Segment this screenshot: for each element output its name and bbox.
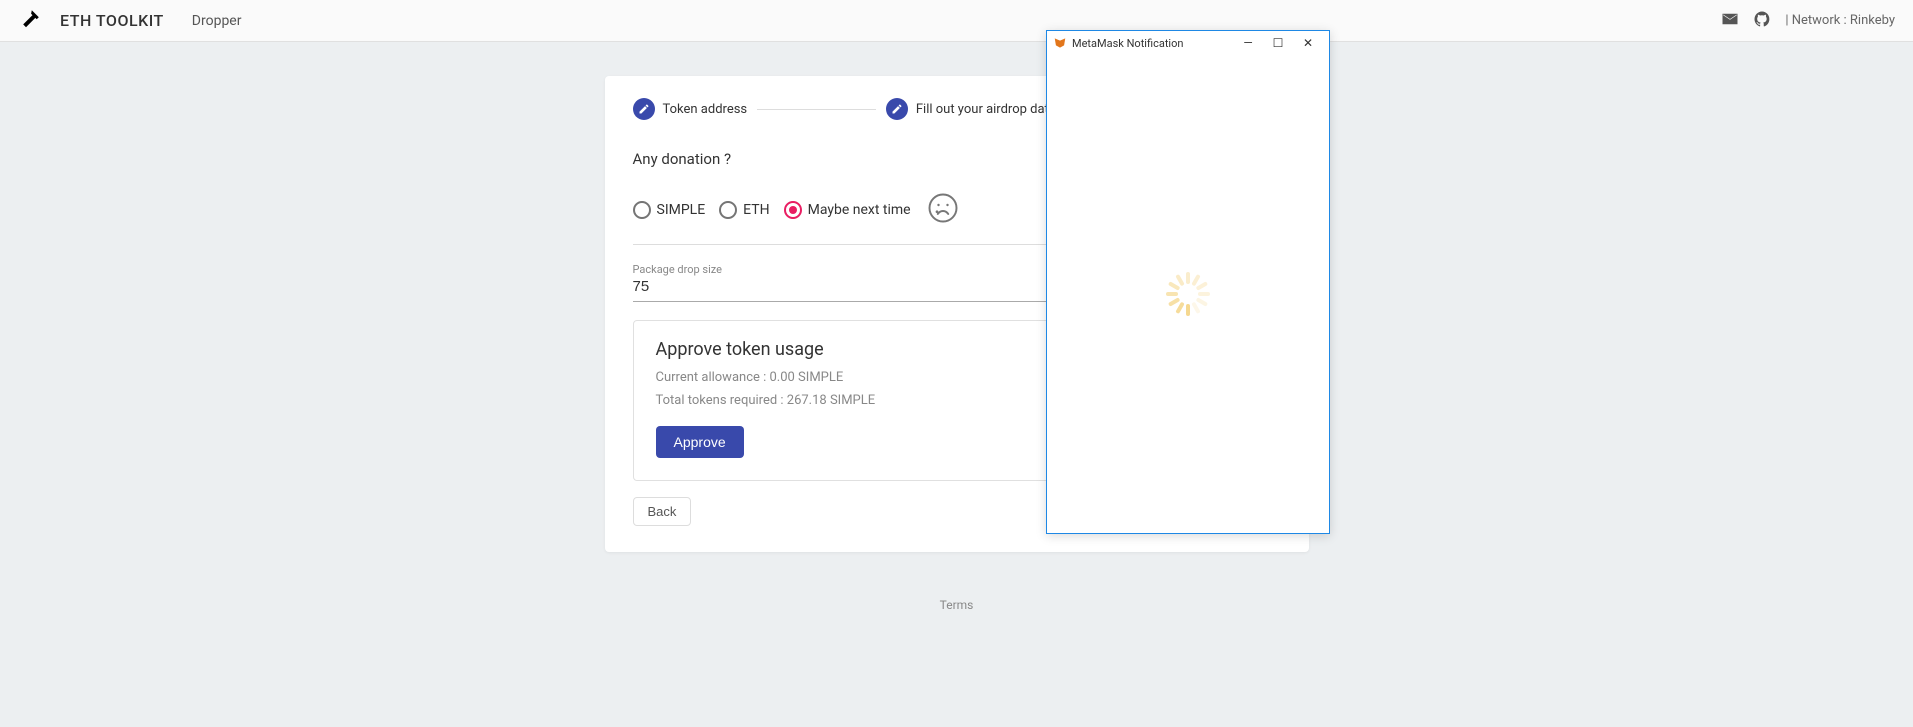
close-icon[interactable]: ✕: [1293, 36, 1323, 50]
approve-button[interactable]: Approve: [656, 426, 744, 458]
hammer-icon: [18, 7, 42, 35]
back-button[interactable]: Back: [633, 497, 692, 526]
radio-icon: [784, 201, 802, 219]
step-airdrop-data[interactable]: Fill out your airdrop data: [886, 98, 1056, 120]
radio-simple[interactable]: SIMPLE: [633, 201, 706, 219]
radio-eth[interactable]: ETH: [719, 201, 769, 219]
maximize-icon[interactable]: ☐: [1263, 36, 1293, 50]
step-label: Fill out your airdrop data: [916, 102, 1056, 117]
footer-terms-link[interactable]: Terms: [0, 598, 1913, 612]
popup-title: MetaMask Notification: [1072, 37, 1233, 50]
step-connector: [757, 109, 876, 110]
github-icon[interactable]: [1753, 10, 1771, 32]
popup-titlebar[interactable]: MetaMask Notification — ☐ ✕: [1047, 31, 1329, 55]
network-label: | Network : Rinkeby: [1785, 13, 1895, 28]
radio-label: Maybe next time: [808, 202, 911, 218]
radio-icon: [633, 201, 651, 219]
metamask-popup: MetaMask Notification — ☐ ✕: [1046, 30, 1330, 534]
popup-body: [1047, 55, 1329, 533]
app-header: ETH TOOLKIT Dropper | Network : Rinkeby: [0, 0, 1913, 42]
radio-label: SIMPLE: [657, 202, 706, 218]
loading-spinner-icon: [1166, 272, 1210, 316]
step-label: Token address: [663, 102, 748, 117]
pencil-icon: [886, 98, 908, 120]
app-title[interactable]: ETH TOOLKIT: [60, 11, 164, 30]
minimize-icon[interactable]: —: [1233, 36, 1263, 50]
metamask-fox-icon: [1053, 36, 1067, 50]
radio-maybe-next-time[interactable]: Maybe next time: [784, 201, 911, 219]
sad-face-icon: [925, 190, 961, 230]
step-token-address[interactable]: Token address: [633, 98, 748, 120]
pencil-icon: [633, 98, 655, 120]
mail-icon[interactable]: [1721, 10, 1739, 32]
radio-icon: [719, 201, 737, 219]
page-name[interactable]: Dropper: [192, 13, 242, 29]
radio-label: ETH: [743, 202, 769, 218]
